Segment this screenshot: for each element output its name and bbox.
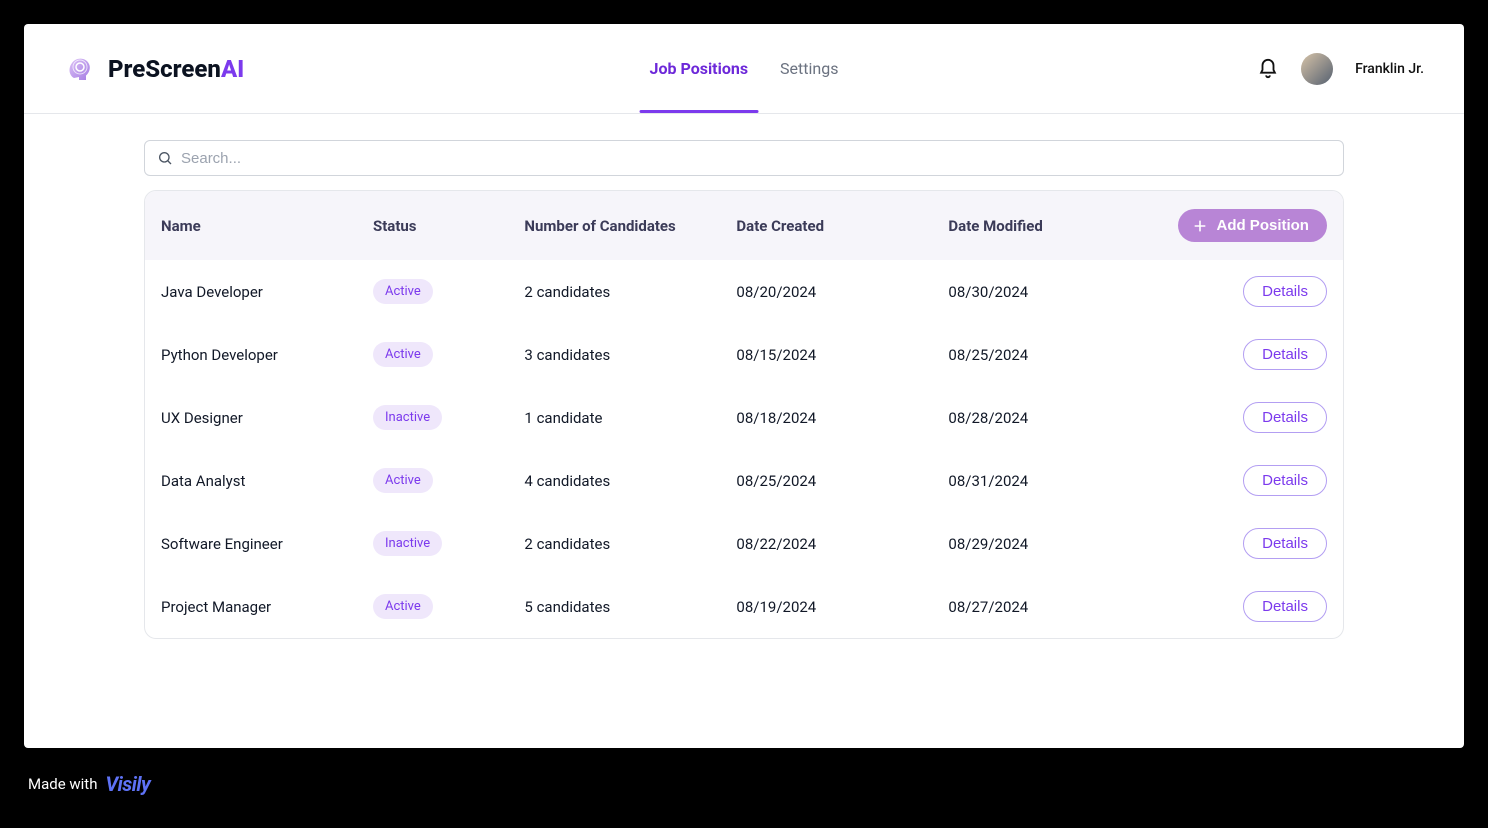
watermark-brand: Visily	[105, 772, 150, 796]
cell-created: 08/20/2024	[736, 283, 948, 301]
col-name: Name	[161, 217, 373, 235]
cell-modified: 08/28/2024	[948, 409, 1160, 427]
details-button[interactable]: Details	[1243, 276, 1327, 307]
avatar[interactable]	[1301, 53, 1333, 85]
cell-name: Data Analyst	[161, 472, 373, 490]
col-candidates: Number of Candidates	[524, 217, 736, 235]
table-row: Java DeveloperActive 2 candidates08/20/20…	[145, 260, 1343, 323]
add-position-label: Add Position	[1216, 217, 1309, 234]
table-row: Python DeveloperActive 3 candidates08/15/…	[145, 323, 1343, 386]
watermark-prefix: Made with	[28, 775, 97, 793]
table-row: Software EngineerInactive2 candidates08/…	[145, 512, 1343, 575]
tab-job-positions[interactable]: Job Positions	[648, 24, 751, 113]
bell-icon[interactable]	[1257, 58, 1279, 80]
cell-status: Active	[373, 594, 524, 619]
search-icon	[157, 150, 173, 166]
cell-modified: 08/30/2024	[948, 283, 1160, 301]
header: PreScreenAI Job Positions Settings Frank…	[24, 24, 1464, 114]
app-window: PreScreenAI Job Positions Settings Frank…	[24, 24, 1464, 748]
details-button[interactable]: Details	[1243, 591, 1327, 622]
details-button[interactable]: Details	[1243, 528, 1327, 559]
cell-created: 08/18/2024	[736, 409, 948, 427]
table-row: UX DesignerInactive 1 candidate08/18/2024…	[145, 386, 1343, 449]
cell-status: Inactive	[373, 405, 524, 430]
brand-text: PreScreenAI	[108, 55, 244, 83]
details-button[interactable]: Details	[1243, 402, 1327, 433]
col-created: Date Created	[736, 217, 948, 235]
details-button[interactable]: Details	[1243, 339, 1327, 370]
cell-modified: 08/25/2024	[948, 346, 1160, 364]
cell-status: Inactive	[373, 531, 524, 556]
user-name: Franklin Jr.	[1355, 61, 1424, 77]
watermark: Made with Visily	[0, 772, 1488, 814]
details-button[interactable]: Details	[1243, 465, 1327, 496]
table-row: Project ManagerActive 5 candidates08/19/2…	[145, 575, 1343, 638]
cell-candidates: 5 candidates	[524, 598, 736, 616]
status-badge: Active	[373, 468, 433, 493]
cell-modified: 08/27/2024	[948, 598, 1160, 616]
cell-name: UX Designer	[161, 409, 373, 427]
header-right: Franklin Jr.	[1257, 53, 1424, 85]
logo: PreScreenAI	[64, 53, 244, 85]
top-nav: Job Positions Settings	[648, 24, 841, 113]
cell-status: Active	[373, 279, 524, 304]
col-status: Status	[373, 217, 524, 235]
cell-modified: 08/31/2024	[948, 472, 1160, 490]
tab-settings[interactable]: Settings	[778, 24, 840, 113]
status-badge: Active	[373, 279, 433, 304]
cell-created: 08/25/2024	[736, 472, 948, 490]
cell-status: Active	[373, 342, 524, 367]
cell-status: Active	[373, 468, 524, 493]
status-badge: Inactive	[373, 405, 442, 430]
cell-name: Java Developer	[161, 283, 373, 301]
cell-created: 08/19/2024	[736, 598, 948, 616]
cell-candidates: 3 candidates	[524, 346, 736, 364]
status-badge: Active	[373, 342, 433, 367]
cell-name: Project Manager	[161, 598, 373, 616]
search-box[interactable]	[144, 140, 1344, 176]
brain-head-icon	[64, 53, 96, 85]
table-row: Data AnalystActive 4 candidates08/25/2024…	[145, 449, 1343, 512]
cell-created: 08/15/2024	[736, 346, 948, 364]
plus-icon	[1192, 218, 1208, 234]
cell-name: Python Developer	[161, 346, 373, 364]
cell-name: Software Engineer	[161, 535, 373, 553]
positions-table: Name Status Number of Candidates Date Cr…	[144, 190, 1344, 639]
status-badge: Active	[373, 594, 433, 619]
cell-modified: 08/29/2024	[948, 535, 1160, 553]
cell-created: 08/22/2024	[736, 535, 948, 553]
cell-candidates: 2 candidates	[524, 283, 736, 301]
table-header: Name Status Number of Candidates Date Cr…	[145, 191, 1343, 260]
table-body: Java DeveloperActive2 candidates08/20/20…	[145, 260, 1343, 638]
cell-candidates: 1 candidate	[524, 409, 736, 427]
search-input[interactable]	[181, 150, 1331, 167]
cell-candidates: 4 candidates	[524, 472, 736, 490]
status-badge: Inactive	[373, 531, 442, 556]
content: Name Status Number of Candidates Date Cr…	[24, 114, 1464, 669]
col-modified: Date Modified	[948, 217, 1160, 235]
cell-candidates: 2 candidates	[524, 535, 736, 553]
add-position-button[interactable]: Add Position	[1178, 209, 1327, 242]
